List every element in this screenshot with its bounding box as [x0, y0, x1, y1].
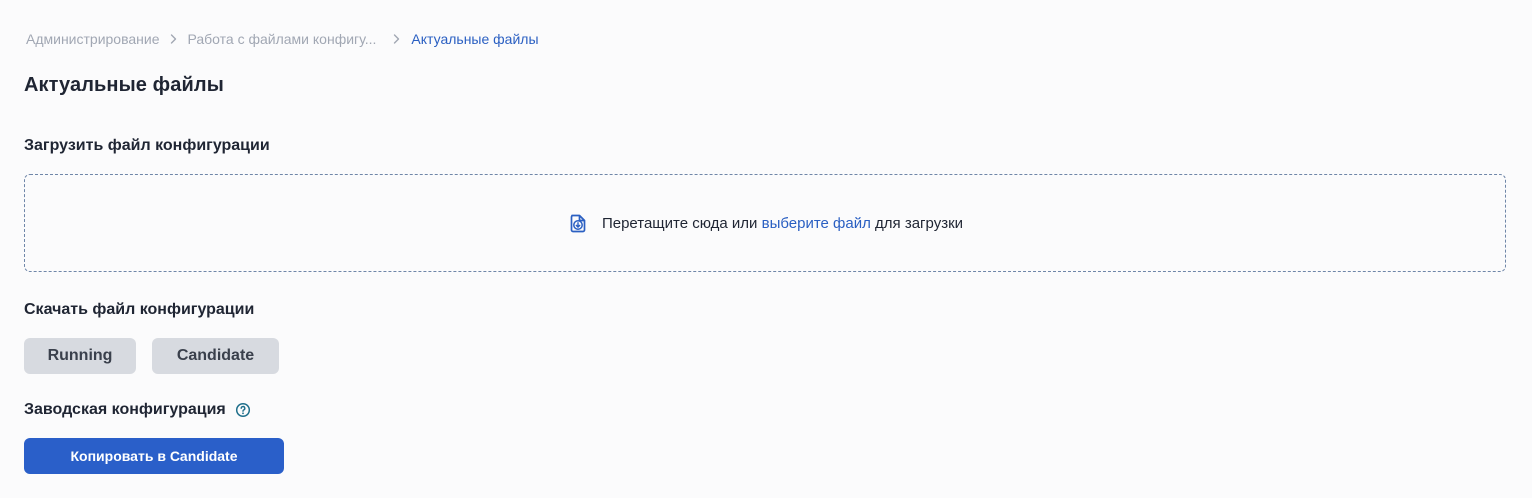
copy-to-candidate-button[interactable]: Копировать в Candidate: [24, 438, 284, 474]
page: Администрирование Работа с файлами конфи…: [0, 0, 1532, 498]
page-title: Актуальные файлы: [24, 74, 224, 96]
download-candidate-button[interactable]: Candidate: [152, 338, 279, 374]
factory-section-title: Заводская конфигурация: [24, 401, 226, 418]
file-dropzone[interactable]: Перетащите сюда или выберите файл для за…: [24, 174, 1506, 272]
dropzone-text-after: для загрузки: [870, 214, 964, 232]
file-download-icon: [567, 212, 589, 234]
breadcrumb: Администрирование Работа с файлами конфи…: [26, 31, 539, 47]
dropzone-content: Перетащите сюда или выберите файл для за…: [567, 212, 963, 234]
help-circle-icon[interactable]: [235, 402, 251, 418]
choose-file-link[interactable]: выберите файл: [762, 215, 871, 232]
download-running-button[interactable]: Running: [24, 338, 136, 374]
chevron-right-icon: [391, 32, 402, 46]
chevron-right-icon: [168, 32, 179, 46]
dropzone-text-before: Перетащите сюда или: [601, 214, 762, 232]
download-section-title: Скачать файл конфигурации: [24, 301, 255, 318]
breadcrumb-item-config-files[interactable]: Работа с файлами конфигу...: [188, 31, 377, 47]
upload-section-title: Загрузить файл конфигурации: [24, 137, 270, 154]
breadcrumb-item-administration[interactable]: Администрирование: [26, 31, 160, 47]
breadcrumb-item-current: Актуальные файлы: [411, 31, 539, 47]
factory-section-heading: Заводская конфигурация: [24, 400, 251, 420]
